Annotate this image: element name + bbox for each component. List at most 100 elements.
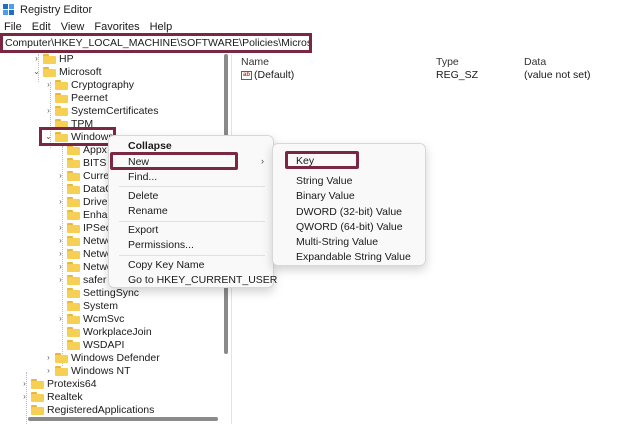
submenu-item-multi-string-value[interactable]: Multi-String Value [296,234,378,250]
folder-icon [67,248,80,259]
tree-item-label: RegisteredApplications [47,403,155,416]
chevron-right-icon[interactable]: › [44,104,53,117]
chevron-right-icon[interactable]: › [44,364,53,377]
submenu-item-dword-value[interactable]: DWORD (32-bit) Value [296,204,402,220]
menu-item-goto-hkcu[interactable]: Go to HKEY_CURRENT_USER [128,272,277,288]
tree-item-label: Protexis64 [47,377,97,390]
chevron-right-icon[interactable]: › [56,234,65,247]
value-row-default[interactable]: ab (Default) [241,69,294,81]
tree-item-label: WcmSvc [83,312,125,325]
menu-item-delete[interactable]: Delete [128,188,158,204]
submenu-item-string-value[interactable]: String Value [296,173,352,189]
tree-chevron [56,182,65,195]
chevron-right-icon[interactable]: › [56,195,65,208]
folder-icon [67,222,80,233]
tree-chevron [44,91,53,104]
submenu-item-qword-value[interactable]: QWORD (64-bit) Value [296,219,403,235]
tree-item[interactable]: › safer [56,273,106,286]
value-data: (value not set) [524,69,591,81]
column-data[interactable]: Data [524,56,546,68]
chevron-right-icon[interactable]: › [56,221,65,234]
tree-chevron [56,325,65,338]
tree-item[interactable]: WSDAPI [56,338,124,351]
menu-edit[interactable]: Edit [32,20,51,34]
folder-icon [67,183,80,194]
tree-item[interactable]: ⌄ Microsoft [32,65,101,78]
chevron-right-icon: › [261,156,264,166]
folder-icon [43,54,56,64]
tree-item[interactable]: › SystemCertificates [44,104,159,117]
folder-icon [67,287,80,298]
chevron-right-icon[interactable]: › [32,54,41,65]
tree-item[interactable]: › Driver [56,195,111,208]
tree-item-label: SystemCertificates [71,104,159,117]
menu-item-permissions[interactable]: Permissions... [128,237,194,253]
folder-icon [31,391,44,402]
tree-item[interactable]: DataC [56,182,113,195]
tree-item[interactable]: BITS [56,156,106,169]
column-type[interactable]: Type [436,56,459,68]
menu-item-find[interactable]: Find... [128,169,157,185]
tree-chevron [56,338,65,351]
tree-item[interactable]: › Netwo [56,234,113,247]
tree-item[interactable]: Enhan [56,208,113,221]
tree-item-label: WSDAPI [83,338,125,351]
chevron-right-icon[interactable]: › [20,377,29,390]
tree-item[interactable]: Peernet [44,91,108,104]
chevron-right-icon[interactable]: › [56,247,65,260]
chevron-right-icon[interactable]: › [44,351,53,364]
chevron-right-icon[interactable]: › [56,273,65,286]
key-item-highlight [285,151,359,169]
tree-item[interactable]: › Netwo [56,260,113,273]
title-bar: Registry Editor [0,0,624,20]
column-name[interactable]: Name [241,56,269,68]
tree-item[interactable]: › IPSec [56,221,111,234]
menu-favorites[interactable]: Favorites [94,20,139,34]
tree-item[interactable]: › Realtek [20,390,83,403]
tree-item[interactable]: › Windows NT [44,364,130,377]
submenu-item-expandable-string-value[interactable]: Expandable String Value [296,249,411,265]
address-path: Computer\HKEY_LOCAL_MACHINE\SOFTWARE\Pol… [5,37,312,49]
tree-item[interactable]: › Netwo [56,247,113,260]
chevron-right-icon[interactable]: › [44,78,53,91]
menu-item-export[interactable]: Export [128,222,158,238]
tree-item[interactable]: › HP [32,54,74,65]
tree-item[interactable]: › Protexis64 [20,377,97,390]
tree-chevron [56,208,65,221]
new-item-highlight [110,152,238,170]
tree-item-label: Cryptography [71,78,135,91]
chevron-right-icon[interactable]: › [56,312,65,325]
folder-icon [67,274,80,285]
tree-item[interactable]: › Windows Defender [44,351,160,364]
chevron-right-icon[interactable]: › [56,260,65,273]
chevron-right-icon[interactable]: › [56,169,65,182]
tree-item[interactable]: System [56,299,118,312]
tree-item[interactable]: WorkplaceJoin [56,325,152,338]
address-bar[interactable]: Computer\HKEY_LOCAL_MACHINE\SOFTWARE\Pol… [0,33,312,53]
menu-separator [119,186,265,187]
value-type: REG_SZ [436,69,479,81]
submenu-item-binary-value[interactable]: Binary Value [296,188,355,204]
tree-horizontal-scrollbar[interactable] [28,417,218,421]
tree-chevron [56,156,65,169]
folder-icon [67,196,80,207]
tree-item-label: Windows Defender [71,351,160,364]
chevron-down-icon[interactable]: ⌄ [32,65,41,78]
tree-item[interactable]: › Curren [56,169,115,182]
menu-item-rename[interactable]: Rename [128,203,168,219]
folder-icon [31,404,44,415]
ab-string-icon: ab [241,70,252,80]
tree-item-label: BITS [83,156,107,169]
tree-item[interactable]: RegisteredApplications [20,403,154,416]
menu-help[interactable]: Help [150,20,173,34]
tree-item-label: Realtek [47,390,83,403]
tree-item[interactable]: › WcmSvc [56,312,124,325]
menu-view[interactable]: View [61,20,85,34]
chevron-right-icon[interactable]: › [20,390,29,403]
menu-item-copy-key-name[interactable]: Copy Key Name [128,257,204,273]
folder-icon [67,261,80,272]
tree-item[interactable]: › Cryptography [44,78,134,91]
menu-file[interactable]: File [4,20,22,34]
folder-icon [67,339,80,350]
folder-icon [55,365,68,376]
